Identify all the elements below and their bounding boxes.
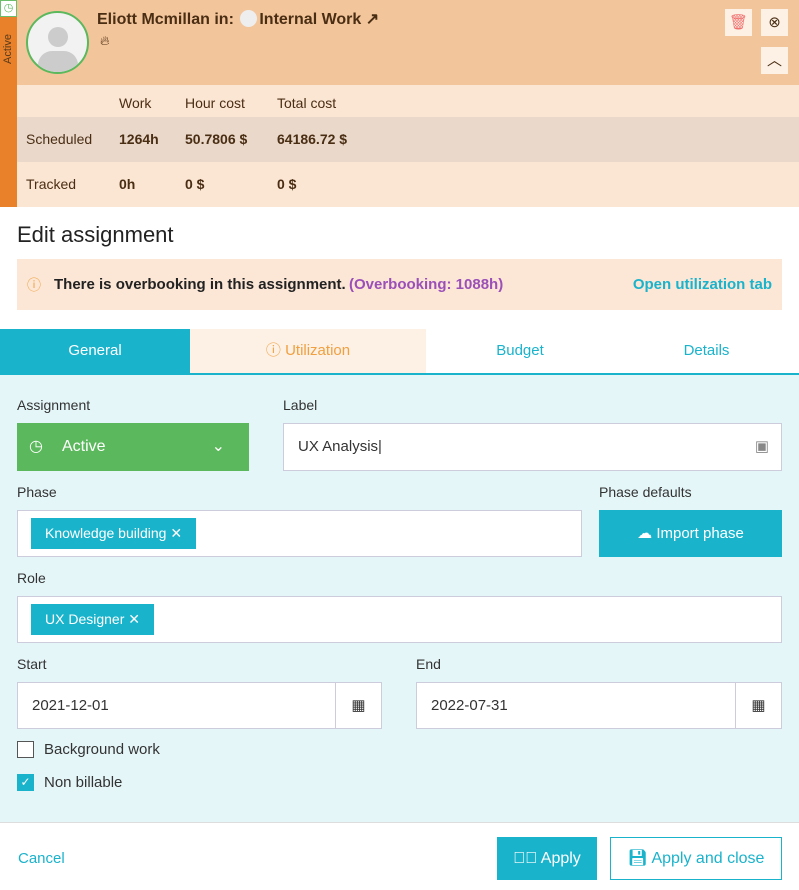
cloud-download-icon: ☁: [637, 525, 657, 542]
save-icon: 💾︎: [627, 850, 652, 867]
avatar: [26, 11, 89, 74]
label-input[interactable]: UX Analysis| ▣: [283, 423, 782, 471]
trash-icon: 🗑︎: [728, 14, 749, 31]
label-label: Label: [283, 397, 318, 413]
col-total-cost: Total cost: [277, 95, 337, 111]
col-hour-cost: Hour cost: [185, 95, 245, 111]
assignment-label: Assignment: [17, 397, 91, 413]
phase-defaults-label: Phase defaults: [599, 484, 692, 500]
work-value: 1264h: [119, 131, 159, 147]
tab-details[interactable]: Details: [614, 329, 799, 373]
external-link-icon[interactable]: ↗: [366, 11, 379, 28]
table-row: Tracked 0h 0 $ 0 $: [17, 162, 799, 207]
start-label: Start: [17, 656, 47, 672]
cost-table: Work Hour cost Total cost Scheduled 1264…: [17, 85, 799, 207]
status-sidebar: ◷ Active: [0, 0, 17, 207]
role-input[interactable]: UX Designer ✕: [17, 596, 782, 643]
alert-detail: (Overbooking: 1088h): [349, 276, 504, 293]
header-title: Eliott Mcmillan in: Internal Work ↗: [97, 9, 379, 29]
role-label: Role: [17, 570, 46, 586]
clock-icon: ◷: [29, 438, 43, 455]
table-row: Scheduled 1264h 50.7806 $ 64186.72 $: [17, 117, 799, 162]
tab-utilization[interactable]: ⓘ Utilization: [190, 329, 426, 373]
close-circle-icon: ⊗: [768, 14, 781, 31]
page-title: Edit assignment: [17, 222, 174, 247]
background-work-checkbox[interactable]: [17, 741, 34, 758]
info-icon: ⓘ: [27, 277, 41, 293]
tab-budget[interactable]: Budget: [426, 329, 614, 373]
assignment-value: Active: [62, 438, 106, 455]
total-cost-value: 64186.72 $: [277, 131, 348, 147]
assignment-select[interactable]: ◷ Active ⌄: [17, 423, 249, 471]
remove-chip-icon[interactable]: ✕: [170, 525, 182, 541]
project-icon: [240, 10, 258, 27]
row-label: Scheduled: [26, 131, 93, 147]
user-name: Eliott Mcmillan in:: [97, 11, 234, 28]
info-icon: ⓘ: [265, 342, 286, 359]
non-billable-label: Non billable: [44, 774, 123, 791]
footer: Cancel ✓⃝ Apply 💾︎ Apply and close: [0, 822, 799, 890]
work-value: 0h: [119, 176, 136, 192]
col-work: Work: [119, 95, 152, 111]
button-label: Import phase: [656, 525, 744, 542]
tab-label: Utilization: [285, 342, 351, 359]
non-billable-checkbox[interactable]: ✓: [17, 774, 34, 791]
start-date-input[interactable]: 2021-12-01 ▦: [17, 682, 382, 729]
check-circle-icon: ✓⃝: [513, 850, 541, 867]
phase-chip: Knowledge building ✕: [31, 518, 197, 549]
background-work-label: Background work: [44, 741, 160, 758]
hour-cost-value: 50.7806 $: [185, 131, 248, 147]
cancel-button[interactable]: Cancel: [18, 850, 65, 867]
end-value: 2022-07-31: [431, 697, 508, 714]
role-chip: UX Designer ✕: [31, 604, 154, 635]
button-label: Apply: [540, 850, 581, 867]
contact-card-icon: ▣: [754, 438, 769, 455]
row-label: Tracked: [26, 176, 77, 192]
button-label: Apply and close: [651, 850, 765, 867]
close-button[interactable]: ⊗: [761, 9, 788, 36]
chevron-up-icon: ︿: [766, 52, 782, 69]
end-label: End: [416, 656, 441, 672]
import-phase-button[interactable]: ☁ Import phase: [599, 510, 782, 557]
phase-label: Phase: [17, 484, 57, 500]
chip-label: Knowledge building: [45, 525, 167, 541]
delete-button[interactable]: 🗑︎: [725, 9, 752, 36]
total-cost-value: 0 $: [277, 176, 297, 192]
end-date-input[interactable]: 2022-07-31 ▦: [416, 682, 782, 729]
apply-and-close-button[interactable]: 💾︎ Apply and close: [610, 837, 782, 880]
alert-text: There is overbooking in this assignment.: [54, 276, 346, 293]
hour-cost-value: 0 $: [185, 176, 205, 192]
project-name[interactable]: Internal Work: [259, 11, 361, 28]
calendar-icon[interactable]: ▦: [735, 683, 781, 728]
label-value: UX Analysis: [298, 438, 379, 455]
chevron-down-icon: ⌄: [211, 438, 225, 455]
status-label: Active: [2, 34, 14, 64]
open-utilization-link[interactable]: Open utilization tab: [633, 276, 772, 293]
remove-chip-icon[interactable]: ✕: [128, 611, 140, 627]
chip-label: UX Designer: [45, 611, 125, 627]
tab-general[interactable]: General: [0, 329, 190, 373]
phase-input[interactable]: Knowledge building ✕: [17, 510, 582, 557]
overbooking-alert: ⓘ There is overbooking in this assignmen…: [17, 259, 782, 310]
clock-icon: ◷: [0, 0, 17, 17]
apply-button[interactable]: ✓⃝ Apply: [497, 837, 597, 880]
collapse-button[interactable]: ︿: [761, 47, 788, 74]
start-value: 2021-12-01: [32, 697, 109, 714]
tab-bar: General ⓘ Utilization Budget Details: [0, 329, 799, 375]
calendar-icon[interactable]: ▦: [335, 683, 381, 728]
general-form: Assignment ◷ Active ⌄ Label UX Analysis|…: [0, 375, 799, 822]
fire-icon: 🔥︎: [100, 33, 110, 48]
